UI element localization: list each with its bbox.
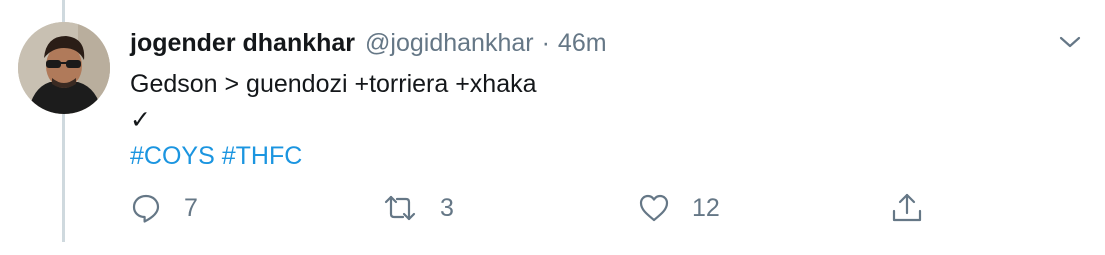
timestamp[interactable]: 46m: [558, 29, 607, 58]
user-handle[interactable]: @jogidhankhar: [365, 29, 534, 58]
avatar[interactable]: [18, 22, 110, 114]
reply-button[interactable]: 7: [130, 190, 198, 226]
tweet-header: jogender dhankhar @jogidhankhar · 46m: [130, 26, 607, 60]
reply-icon: [130, 192, 162, 224]
share-button[interactable]: [890, 190, 924, 226]
like-count: 12: [692, 193, 720, 222]
display-name[interactable]: jogender dhankhar: [130, 29, 355, 58]
hashtag-link[interactable]: #THFC: [222, 142, 303, 170]
heart-icon: [638, 192, 670, 224]
tweet-text: Gedson > guendozi +torriera +xhaka ✓ #CO…: [130, 66, 537, 174]
tweet-text-line: Gedson > guendozi +torriera +xhaka: [130, 70, 537, 98]
avatar-image: [18, 22, 110, 114]
like-button[interactable]: 12: [638, 190, 720, 226]
tweet-text-checkmark: ✓: [130, 106, 151, 134]
hashtags-line: #COYS #THFC: [130, 138, 537, 174]
chevron-down-icon[interactable]: [1058, 30, 1082, 54]
separator-dot: ·: [541, 28, 550, 57]
reply-count: 7: [184, 193, 198, 222]
tweet-actions: 7 3 12: [0, 190, 1105, 226]
share-icon: [890, 192, 924, 224]
tweet[interactable]: jogender dhankhar @jogidhankhar · 46m Ge…: [0, 0, 1105, 255]
retweet-count: 3: [440, 193, 454, 222]
retweet-icon: [382, 192, 418, 224]
hashtag-link[interactable]: #COYS: [130, 142, 215, 170]
retweet-button[interactable]: 3: [382, 190, 454, 226]
